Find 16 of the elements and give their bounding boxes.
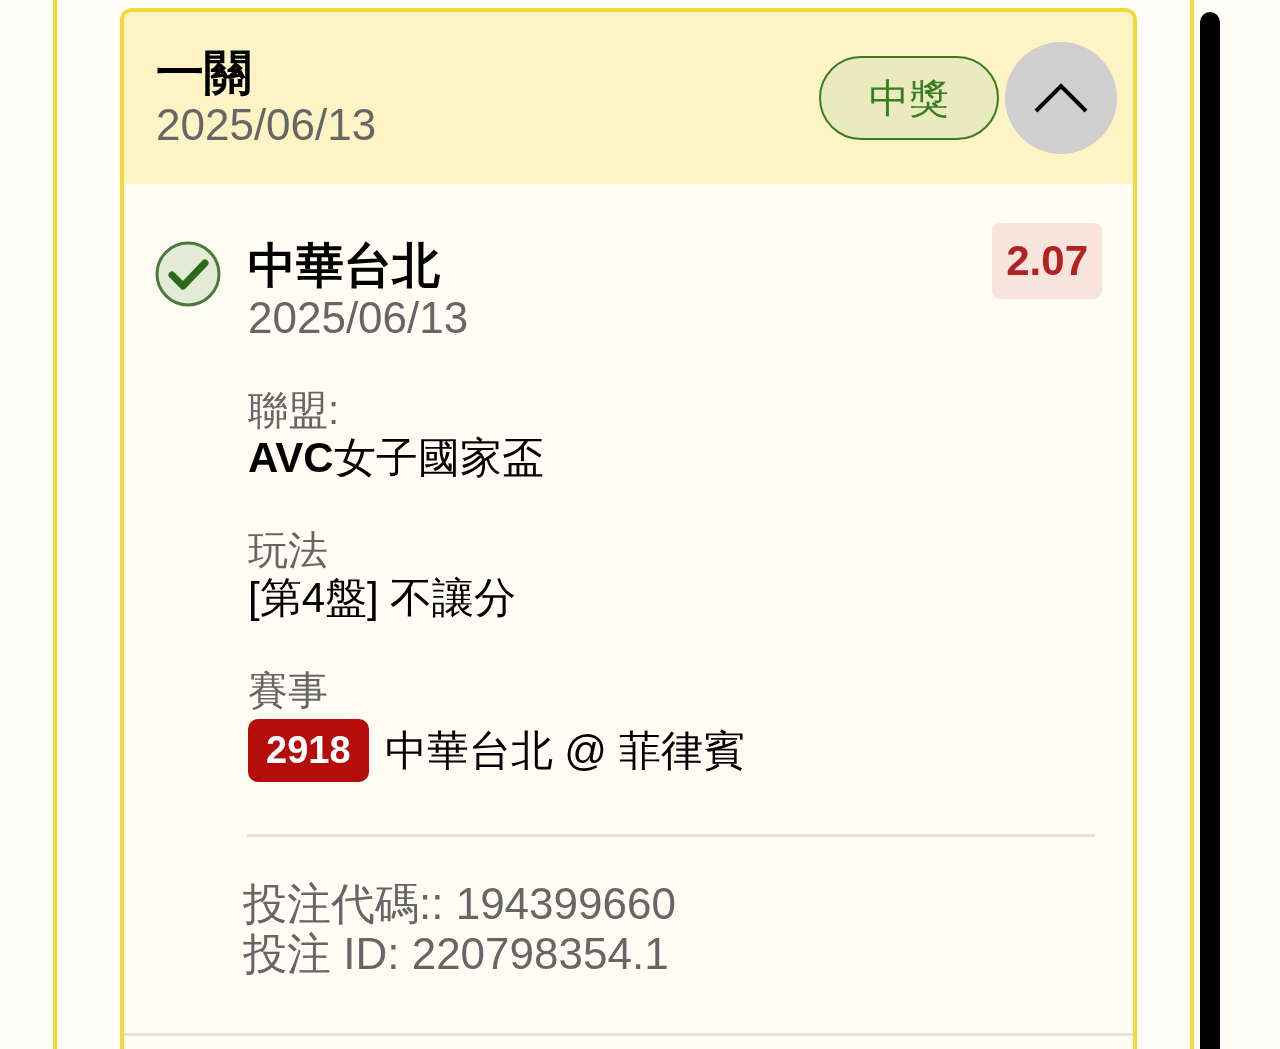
matchup: 中華台北 @ 菲律賓 xyxy=(384,725,745,776)
field-label: 賽事 xyxy=(248,667,329,713)
bet-date: 2025/06/13 xyxy=(156,100,378,150)
field-label: 聯盟: xyxy=(248,387,341,433)
field-value: [第4盤] 不讓分 xyxy=(248,573,518,623)
field-value: AVC女子國家盃 xyxy=(248,433,545,483)
bet-type: 一關 xyxy=(156,46,253,100)
odds-badge: 2.07 xyxy=(992,223,1102,299)
field-label: 玩法 xyxy=(248,527,329,573)
team-name: 中華台北 xyxy=(248,239,440,292)
match-date: 2025/06/13 xyxy=(248,293,469,342)
chevron-icon xyxy=(1033,82,1089,114)
event-number-badge: 2918 xyxy=(248,719,369,782)
bet-code: 投注代碼:: 194399660 xyxy=(243,879,677,929)
status-badge: 中獎 xyxy=(819,56,999,140)
bet-id: 投注 ID: 220798354.1 xyxy=(243,929,670,979)
